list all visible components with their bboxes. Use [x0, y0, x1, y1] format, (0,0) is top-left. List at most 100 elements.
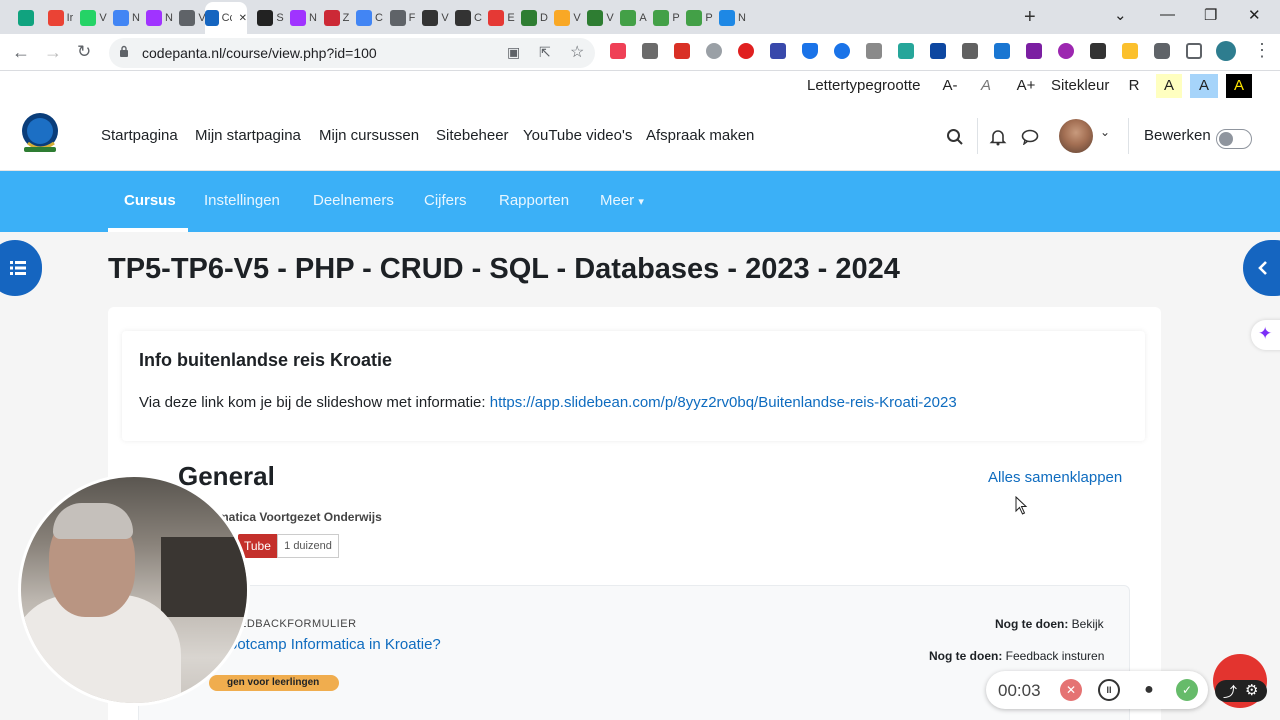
close-tab-icon[interactable]: ✕: [239, 13, 247, 24]
tab-deelnemers[interactable]: Deelnemers: [313, 192, 394, 209]
chevron-down-icon[interactable]: ⌄: [1100, 125, 1110, 139]
recording-timer: 00:03: [998, 681, 1041, 700]
reload-icon[interactable]: ↻: [77, 42, 91, 62]
browser-tab[interactable]: V: [76, 4, 111, 32]
browser-tab[interactable]: Cc ✕: [205, 2, 247, 34]
activity-link[interactable]: ootcamp Informatica in Kroatie?: [229, 636, 441, 653]
browser-tab-label: V: [606, 12, 614, 24]
nav-mijn-startpagina[interactable]: Mijn startpagina: [195, 127, 301, 144]
extension-z-icon[interactable]: [1026, 43, 1042, 59]
ai-assistant-button[interactable]: ✦: [1251, 320, 1280, 350]
message-icon[interactable]: [1021, 129, 1039, 145]
extension-e-icon[interactable]: [770, 43, 786, 59]
gear-icon[interactable]: ⚙: [1245, 681, 1258, 699]
browser-tab[interactable]: C: [352, 4, 387, 32]
pocket-icon[interactable]: [610, 43, 626, 59]
pause-icon[interactable]: II: [1098, 679, 1120, 701]
browser-tab[interactable]: V: [418, 4, 453, 32]
nav-youtube-videos[interactable]: YouTube video's: [523, 127, 632, 144]
browser-tab[interactable]: D: [517, 4, 552, 32]
extension-screen-icon[interactable]: [898, 43, 914, 59]
activity-badge: gen voor leerlingen: [209, 675, 339, 691]
site-logo[interactable]: [18, 111, 62, 157]
cancel-recording-icon[interactable]: ✕: [1060, 679, 1082, 701]
extension-st-icon[interactable]: [994, 43, 1010, 59]
forward-icon[interactable]: →: [44, 42, 62, 63]
course-index-toggle[interactable]: [0, 240, 42, 296]
extension-monitor-icon[interactable]: [962, 43, 978, 59]
extension-pen-icon[interactable]: [1122, 43, 1138, 59]
restore-icon[interactable]: ❐: [1204, 6, 1217, 24]
extension-sparkle-icon[interactable]: [1058, 43, 1074, 59]
browser-tab[interactable]: C: [451, 4, 486, 32]
browser-tab[interactable]: A: [616, 4, 651, 32]
recorder-settings[interactable]: ⤴ ⚙: [1215, 680, 1267, 702]
minimize-icon[interactable]: —: [1160, 6, 1175, 23]
nav-mijn-cursussen[interactable]: Mijn cursussen: [319, 127, 419, 144]
tab-search-icon[interactable]: ⌄: [1114, 6, 1127, 24]
new-tab-icon[interactable]: +: [1024, 7, 1036, 27]
slideshow-link[interactable]: https://app.slidebean.com/p/8yyz2rv0bq/B…: [490, 394, 957, 411]
color-yellow-button[interactable]: A: [1156, 74, 1182, 98]
browser-tab[interactable]: Ir: [43, 4, 78, 32]
nav-sitebeheer[interactable]: Sitebeheer: [436, 127, 509, 144]
microphone-icon[interactable]: ●: [1138, 679, 1160, 701]
user-avatar[interactable]: [1059, 119, 1093, 153]
tab-meer[interactable]: Meer ▾: [600, 192, 644, 209]
close-window-icon[interactable]: ✕: [1248, 6, 1261, 24]
browser-tab[interactable]: Z: [319, 4, 354, 32]
sidepanel-icon[interactable]: [1186, 43, 1202, 59]
draw-icon[interactable]: ⤴: [1223, 682, 1237, 702]
browser-tab[interactable]: N: [109, 4, 144, 32]
share-icon[interactable]: ⇱: [539, 44, 551, 61]
extension-b-icon[interactable]: [674, 43, 690, 59]
nav-afspraak-maken[interactable]: Afspraak maken: [646, 127, 754, 144]
bell-icon[interactable]: [989, 128, 1007, 146]
tab-rapporten[interactable]: Rapporten: [499, 192, 569, 209]
font-reset-button[interactable]: A: [974, 74, 998, 98]
search-icon[interactable]: [946, 128, 964, 146]
font-decrease-button[interactable]: A-: [938, 74, 962, 98]
color-dark-button[interactable]: A: [1226, 74, 1252, 98]
globe-icon: [389, 10, 406, 26]
browser-tab-label: S: [276, 12, 284, 24]
color-blue-button[interactable]: A: [1190, 74, 1218, 98]
extensions-puzzle-icon[interactable]: [1154, 43, 1170, 59]
extension-ps-icon[interactable]: [930, 43, 946, 59]
browser-tab[interactable]: E: [484, 4, 519, 32]
block-drawer-toggle[interactable]: [1243, 240, 1280, 296]
browser-tab[interactable]: P: [649, 4, 684, 32]
tab-cursus[interactable]: Cursus: [124, 192, 176, 209]
extension-tb-icon[interactable]: [642, 43, 658, 59]
browser-tab[interactable]: V: [550, 4, 585, 32]
finish-recording-icon[interactable]: ✓: [1176, 679, 1198, 701]
menu-dots-icon[interactable]: ⋮: [1253, 40, 1271, 61]
browser-tab[interactable]: N: [142, 4, 177, 32]
browser-tab[interactable]: N: [715, 4, 750, 32]
address-bar[interactable]: codepanta.nl/course/view.php?id=100 ▣ ⇱ …: [109, 38, 595, 68]
nav-startpagina[interactable]: Startpagina: [101, 127, 178, 144]
color-reset-button[interactable]: R: [1124, 74, 1144, 98]
browser-tab[interactable]: N: [286, 4, 321, 32]
chatgpt-icon: [18, 10, 34, 26]
browser-tab[interactable]: P: [682, 4, 717, 32]
browser-tab[interactable]: [10, 4, 45, 32]
shield-icon[interactable]: [802, 43, 818, 59]
camera-icon[interactable]: ▣: [507, 44, 520, 61]
back-icon[interactable]: ←: [12, 42, 30, 63]
opera-icon[interactable]: [738, 43, 754, 59]
browser-tab[interactable]: V: [583, 4, 618, 32]
browser-tab[interactable]: F: [385, 4, 420, 32]
extension-play-icon[interactable]: [834, 43, 850, 59]
font-increase-button[interactable]: A+: [1012, 74, 1040, 98]
tab-cijfers[interactable]: Cijfers: [424, 192, 467, 209]
profile-icon[interactable]: [1216, 41, 1236, 61]
tab-instellingen[interactable]: Instellingen: [204, 192, 280, 209]
extension-grid-icon[interactable]: [866, 43, 882, 59]
collapse-all-link[interactable]: Alles samenklappen: [988, 469, 1122, 486]
extension-gear-icon[interactable]: [706, 43, 722, 59]
edit-mode-toggle[interactable]: [1216, 129, 1252, 149]
browser-tab[interactable]: S: [253, 4, 288, 32]
extension-x-icon[interactable]: [1090, 43, 1106, 59]
bookmark-star-icon[interactable]: ☆: [570, 42, 584, 62]
